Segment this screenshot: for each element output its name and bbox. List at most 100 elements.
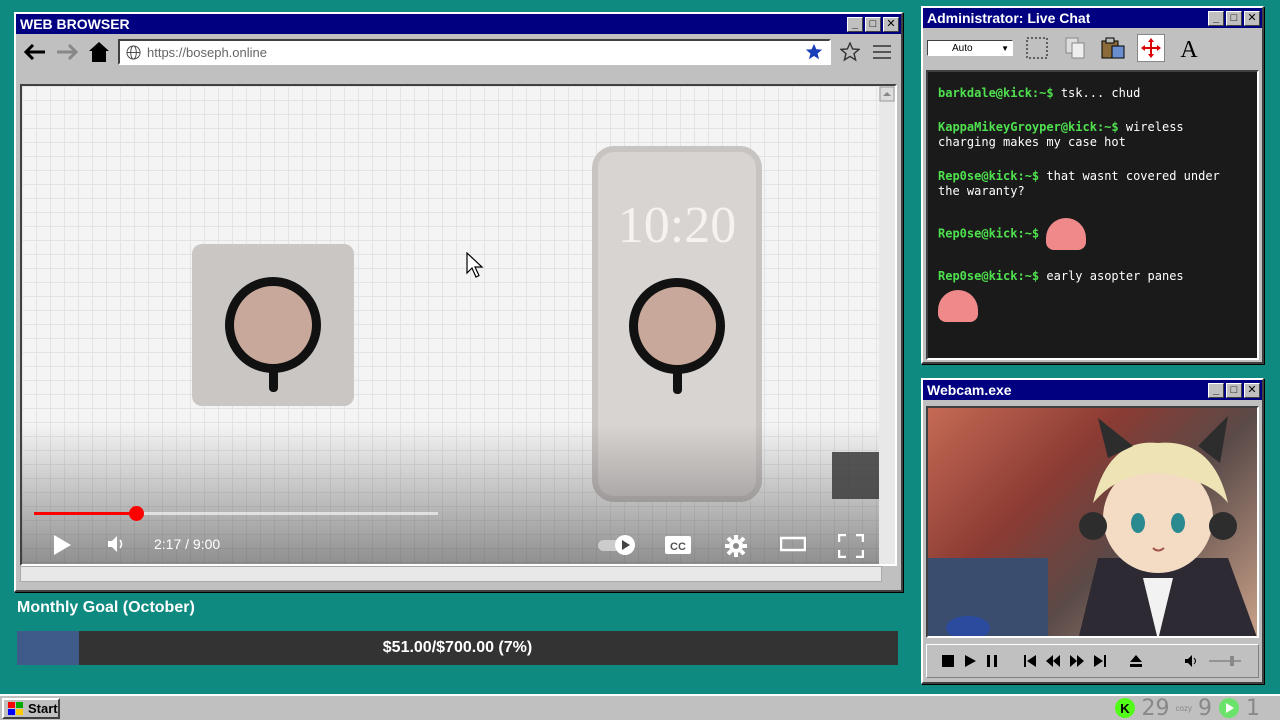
browser-window: WEB BROWSER _ □ ✕ https://boseph.online: [14, 12, 903, 592]
chat-message: barkdale@kick:~$ tsk... chud: [938, 86, 1247, 101]
taskbar: Start K 29 cozy 9 1: [0, 694, 1280, 720]
fullscreen-icon: [837, 533, 865, 559]
minimize-button[interactable]: _: [1208, 10, 1224, 26]
viewer-count: 29: [1141, 695, 1170, 720]
scroll-up-icon: [879, 86, 895, 102]
chevron-down-icon: ▼: [1001, 43, 1009, 53]
auto-dropdown[interactable]: Auto ▼: [927, 40, 1013, 56]
phone-magsafe-ring: [629, 278, 725, 374]
theater-mode-button[interactable]: [779, 534, 807, 557]
address-bar[interactable]: https://boseph.online: [118, 39, 831, 65]
favorites-button[interactable]: [837, 39, 863, 65]
pause-icon[interactable]: [985, 654, 999, 668]
forward-button[interactable]: [54, 39, 80, 65]
chat-title: Administrator: Live Chat: [927, 10, 1091, 26]
goal-title: Monthly Goal (October): [17, 599, 195, 616]
windows-logo-icon: [8, 701, 23, 715]
clipboard-icon: [1101, 37, 1125, 59]
wireless-charger-image: [192, 244, 354, 406]
chat-log: barkdale@kick:~$ tsk... chud KappaMikeyG…: [926, 70, 1259, 360]
phone-clock: 10:20: [617, 197, 737, 254]
play-button[interactable]: [52, 534, 72, 559]
phone-magsafe-stem: [673, 366, 682, 394]
chat-message: Rep0se@kick:~$ early asopter panes: [938, 269, 1247, 284]
copy-icon: [1065, 37, 1085, 59]
browser-titlebar[interactable]: WEB BROWSER _ □ ✕: [16, 14, 901, 34]
webcam-feed: [926, 406, 1259, 638]
eject-icon[interactable]: [1129, 654, 1143, 668]
forward-arrow-icon: [57, 44, 78, 60]
menu-button[interactable]: [869, 39, 895, 65]
svg-text:K: K: [1120, 701, 1130, 716]
home-icon: [89, 42, 109, 62]
hamburger-icon: [873, 45, 891, 59]
rewind-icon[interactable]: [1045, 654, 1061, 668]
chat-text: early asopter panes: [1046, 269, 1184, 283]
chat-text: tsk... chud: [1060, 86, 1141, 100]
select-tool-button[interactable]: [1023, 34, 1051, 62]
home-button[interactable]: [86, 39, 112, 65]
maximize-button[interactable]: □: [865, 16, 881, 32]
chat-message: KappaMikeyGroyper@kick:~$ wireless charg…: [938, 120, 1247, 150]
closed-captions-icon: CC: [665, 536, 691, 554]
kick-logo-icon: K: [1114, 698, 1135, 718]
copy-tool-button[interactable]: [1061, 34, 1089, 62]
autoplay-toggle[interactable]: [597, 534, 637, 559]
video-scrubber[interactable]: [129, 506, 144, 521]
sub-count: 1: [1246, 695, 1260, 720]
webcam-title: Webcam.exe: [927, 382, 1012, 398]
chat-window: Administrator: Live Chat _ □ ✕ Auto ▼ A …: [921, 6, 1264, 364]
fullscreen-button[interactable]: [837, 533, 865, 561]
skip-forward-icon[interactable]: [1093, 654, 1107, 668]
chat-titlebar[interactable]: Administrator: Live Chat _ □ ✕: [923, 8, 1262, 28]
captions-button[interactable]: CC: [664, 534, 692, 559]
maximize-button[interactable]: □: [1226, 10, 1242, 26]
close-button[interactable]: ✕: [883, 16, 899, 32]
horizontal-scrollbar[interactable]: [20, 566, 882, 582]
vertical-scrollbar[interactable]: [879, 86, 895, 564]
play-icon[interactable]: [963, 654, 977, 668]
seal-emote-icon: [1046, 218, 1087, 250]
anime-avatar-image: [928, 416, 1257, 636]
close-button[interactable]: ✕: [1244, 10, 1260, 26]
media-controls: [926, 644, 1259, 678]
webcam-window: Webcam.exe _ □ ✕: [921, 378, 1264, 684]
chat-toolbar: Auto ▼ A: [923, 28, 1262, 68]
volume-slider[interactable]: [1208, 654, 1242, 668]
minimize-button[interactable]: _: [847, 16, 863, 32]
stop-icon[interactable]: [941, 654, 955, 668]
start-button[interactable]: Start: [2, 698, 60, 719]
goal-progress-bar: $51.00/$700.00 (7%): [17, 631, 898, 665]
browser-title: WEB BROWSER: [20, 16, 130, 32]
settings-button[interactable]: [724, 534, 748, 561]
video-player[interactable]: 10:20 2:17 / 9:00 CC: [20, 84, 897, 566]
skip-back-icon[interactable]: [1023, 654, 1037, 668]
move-tool-button[interactable]: [1137, 34, 1165, 62]
follower-count: 9: [1198, 695, 1212, 720]
maximize-button[interactable]: □: [1226, 382, 1242, 398]
gear-icon: [725, 535, 747, 557]
back-button[interactable]: [22, 39, 48, 65]
fast-forward-icon[interactable]: [1069, 654, 1085, 668]
star-outline-icon: [840, 42, 860, 62]
volume-icon: [108, 536, 123, 552]
chat-message: Rep0se@kick:~$ that wasnt covered under …: [938, 169, 1247, 199]
text-a-icon: A: [1180, 37, 1198, 60]
video-time: 2:17 / 9:00: [154, 536, 221, 552]
play-circle-icon: [1219, 698, 1239, 718]
chat-username: Rep0se@kick:~$: [938, 226, 1040, 241]
webcam-titlebar[interactable]: Webcam.exe _ □ ✕: [923, 380, 1262, 400]
goal-amount: $51.00/$700.00 (7%): [382, 639, 533, 656]
play-icon: [54, 535, 71, 555]
text-tool-button[interactable]: A: [1175, 34, 1203, 62]
back-arrow-icon: [24, 44, 45, 60]
start-label: Start: [28, 701, 58, 716]
chat-username: Rep0se@kick:~$: [938, 269, 1040, 283]
volume-icon[interactable]: [1184, 654, 1200, 668]
volume-button[interactable]: [106, 534, 126, 557]
close-button[interactable]: ✕: [1244, 382, 1260, 398]
paste-tool-button[interactable]: [1099, 34, 1127, 62]
minimize-button[interactable]: _: [1208, 382, 1224, 398]
magsafe-stem: [269, 364, 278, 392]
theater-icon: [779, 536, 807, 552]
